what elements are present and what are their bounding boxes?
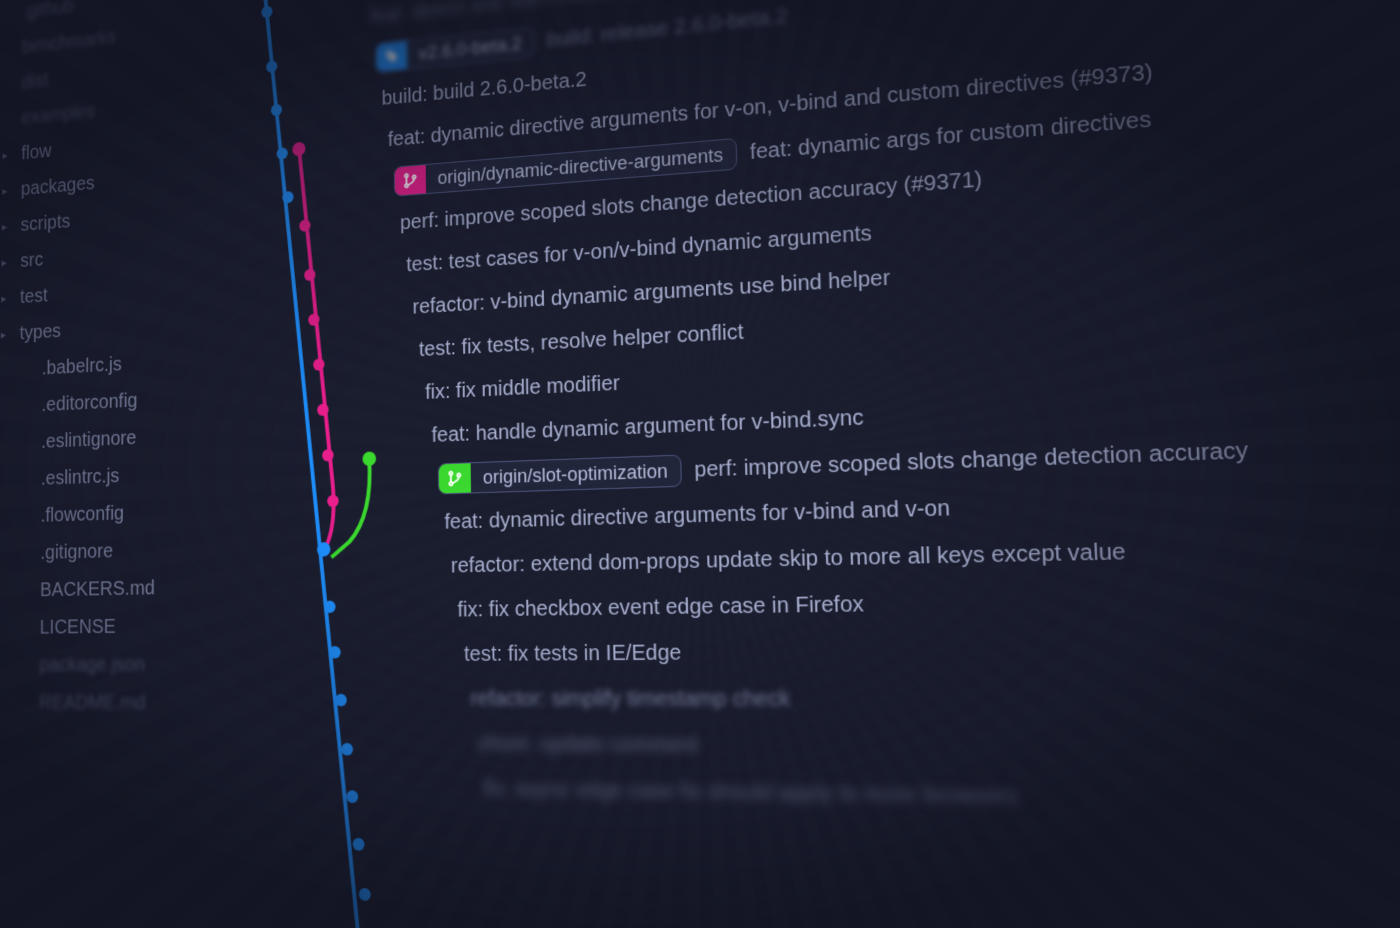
ref-tag-branch2[interactable]: origin/slot-optimization <box>438 455 682 495</box>
commit-message: refactor: simplify timestamp check <box>470 686 790 712</box>
folder-arrow-icon: ▸ <box>2 219 14 233</box>
folder-arrow-icon: ▸ <box>1 291 13 305</box>
folder-arrow-icon <box>3 83 15 84</box>
tree-item-label: dist <box>22 69 49 93</box>
folder-arrow-icon: ▸ <box>2 183 14 197</box>
tree-item-label: .eslintignore <box>41 427 136 454</box>
git-branch-icon <box>395 164 426 197</box>
commit-message: fix: fix middle modifier <box>425 371 620 404</box>
tree-item-label: .babelrc.js <box>42 353 122 380</box>
folder-arrow-icon <box>23 369 35 370</box>
tree-item-label: BACKERS.md <box>40 577 155 602</box>
tree-item-backers-md[interactable]: BACKERS.md <box>0 568 211 610</box>
file-tree: .github benchmarks dist examples ▸ flow ▸ packa… <box>0 0 211 928</box>
folder-arrow-icon: ▸ <box>1 255 13 269</box>
tree-item-label: README.md <box>39 691 145 714</box>
tree-item-label: flow <box>21 140 52 164</box>
commit-row[interactable]: fix: async edge case fix should apply to… <box>211 764 1400 835</box>
tree-item-label: packages <box>21 172 95 200</box>
tree-item--flowconfig[interactable]: .flowconfig <box>0 492 211 536</box>
folder-arrow-icon <box>4 48 16 49</box>
folder-arrow-icon: ▸ <box>3 148 15 162</box>
tree-item-label: test <box>20 285 48 309</box>
tree-item-label: examples <box>21 100 95 129</box>
tree-item--gitignore[interactable]: .gitignore <box>0 530 211 573</box>
commit-message: test: fix tests, resolve helper conflict <box>419 320 744 362</box>
tree-item-label: .gitignore <box>40 540 113 564</box>
commit-message: chore: update comment <box>477 732 698 759</box>
tree-item-license[interactable]: LICENSE <box>0 607 211 647</box>
ref-tag-label: origin/slot-optimization <box>471 459 681 488</box>
commit-message: test: fix tests in IE/Edge <box>464 641 682 667</box>
git-log-panel: build: 2.6.0-beta.2build: fix feature fl… <box>211 0 1400 928</box>
commit-message: fix: async edge case fix should apply to… <box>484 777 1020 810</box>
tree-item-label: scripts <box>21 210 71 236</box>
git-branch-icon <box>439 462 471 494</box>
commit-message: fix: fix checkbox event edge case in Fir… <box>457 592 864 622</box>
commit-message: refactor: extend dom-props update skip t… <box>451 539 1126 578</box>
tree-item-label: .flowconfig <box>41 502 125 527</box>
tree-item-label: types <box>20 320 61 345</box>
tree-item-label: .github <box>22 0 73 23</box>
commit-row[interactable]: refactor: simplify timestamp check <box>211 673 1400 727</box>
tree-item-label: .editorconfig <box>41 389 137 416</box>
tree-item-readme-md[interactable]: README.md <box>0 684 211 723</box>
tree-item-label: src <box>20 249 43 273</box>
folder-arrow-icon <box>3 119 15 120</box>
folder-arrow-icon <box>4 13 16 14</box>
commit-message: perf: improve scoped slots change detect… <box>694 438 1249 483</box>
ref-tag-label: v2.6.0-beta.2 <box>407 31 534 65</box>
tree-item-package-json[interactable]: package.json <box>0 645 211 684</box>
tree-item-label: package.json <box>39 653 144 677</box>
folder-arrow-icon <box>22 406 34 407</box>
tree-item-label: .eslintrc.js <box>41 465 119 490</box>
tree-item-label: benchmarks <box>22 26 116 58</box>
folder-arrow-icon <box>22 442 34 443</box>
tag-icon <box>376 40 407 73</box>
commit-message: feat: handle dynamic argument for v-bind… <box>431 405 863 447</box>
commit-message: feat: dynamic directive arguments for v-… <box>444 496 950 535</box>
folder-arrow-icon: ▸ <box>1 327 13 341</box>
tree-item-label: LICENSE <box>40 615 116 639</box>
